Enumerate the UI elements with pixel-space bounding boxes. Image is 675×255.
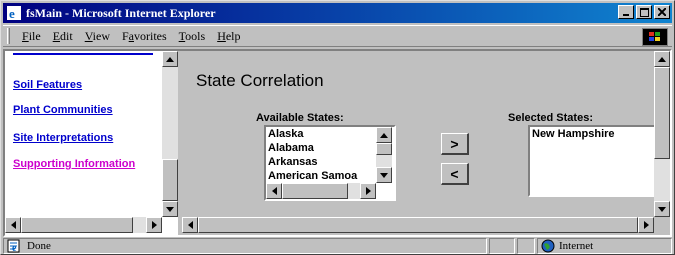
title-bar: e fsMain - Microsoft Internet Explorer	[3, 3, 672, 23]
svg-text:e: e	[9, 6, 15, 21]
available-state-option[interactable]: Alaska	[266, 127, 394, 141]
arrow-up-icon	[166, 56, 174, 62]
ie-icon: e	[7, 6, 21, 21]
status-zone: Internet	[559, 240, 594, 252]
selected-state-option[interactable]: New Hampshire	[530, 127, 656, 141]
minimize-icon	[623, 14, 629, 16]
nav-link-site-interpretations[interactable]: Site Interpretations	[13, 132, 113, 144]
available-state-option[interactable]: Arkansas	[266, 155, 394, 169]
available-states-listbox[interactable]: Alaska Alabama Arkansas American Samoa	[264, 125, 396, 201]
arrow-right-icon	[151, 221, 157, 229]
window-title: fsMain - Microsoft Internet Explorer	[26, 5, 216, 20]
window-controls	[616, 5, 670, 19]
arrow-right-icon	[643, 221, 649, 229]
available-scroll-up-button[interactable]	[376, 127, 392, 143]
content-area: Soil Features Plant Communities Site Int…	[3, 49, 672, 237]
menu-help[interactable]: Help	[211, 29, 246, 44]
available-state-option[interactable]: Alabama	[266, 141, 394, 155]
close-icon	[658, 8, 666, 16]
menu-favorites[interactable]: Favorites	[116, 29, 173, 44]
nav-horizontal-scrollbar[interactable]	[5, 217, 162, 233]
arrow-right-icon	[365, 187, 371, 195]
main-scroll-up-button[interactable]	[654, 51, 670, 67]
minimize-button[interactable]	[618, 5, 634, 19]
available-scroll-right-button[interactable]	[360, 183, 376, 199]
status-text: Done	[27, 240, 51, 252]
nav-clipped-link	[13, 51, 153, 55]
windows-logo-icon	[649, 32, 660, 41]
arrow-up-icon	[658, 56, 666, 62]
nav-scroll-right-button[interactable]	[146, 217, 162, 233]
browser-window: e fsMain - Microsoft Internet Explorer F…	[0, 0, 675, 255]
available-scroll-down-button[interactable]	[376, 167, 392, 183]
main-hscroll-thumb[interactable]	[198, 217, 638, 233]
status-pane-blank-2	[517, 238, 535, 254]
main-vertical-scrollbar[interactable]	[654, 51, 670, 217]
close-button[interactable]	[654, 5, 670, 19]
menu-grip[interactable]	[7, 28, 10, 44]
menu-edit[interactable]: Edit	[47, 29, 79, 44]
arrow-up-icon	[380, 132, 388, 138]
nav-link-supporting-information[interactable]: Supporting Information	[13, 158, 135, 170]
selected-states-listbox[interactable]: New Hampshire	[528, 125, 658, 197]
globe-icon	[541, 239, 555, 253]
main-horizontal-scrollbar[interactable]	[182, 217, 654, 233]
nav-scroll-down-button[interactable]	[162, 201, 178, 217]
arrow-left-icon	[271, 187, 277, 195]
arrow-down-icon	[658, 206, 666, 212]
arrow-left-icon	[10, 221, 16, 229]
maximize-icon	[639, 7, 649, 17]
nav-scroll-up-button[interactable]	[162, 51, 178, 67]
page-title: State Correlation	[196, 71, 324, 90]
svg-text:e: e	[12, 243, 17, 253]
arrow-down-icon	[380, 172, 388, 178]
nav-link-soil-features[interactable]: Soil Features	[13, 79, 82, 91]
status-bar: e Done Internet	[3, 238, 672, 254]
status-zone-pane: Internet	[537, 238, 672, 254]
status-text-pane: e Done	[3, 238, 487, 254]
available-scroll-left-button[interactable]	[266, 183, 282, 199]
nav-scroll-left-button[interactable]	[5, 217, 21, 233]
throbber	[642, 28, 668, 46]
main-scroll-thumb[interactable]	[654, 67, 670, 159]
menu-tools[interactable]: Tools	[173, 29, 212, 44]
selected-states-label: Selected States:	[508, 112, 593, 124]
arrow-left-icon	[187, 221, 193, 229]
menu-file[interactable]: File	[16, 29, 47, 44]
available-vertical-scrollbar[interactable]	[376, 127, 392, 183]
add-state-button[interactable]: >	[441, 133, 469, 155]
status-pane-blank-1	[489, 238, 515, 254]
remove-state-button[interactable]: <	[441, 163, 469, 185]
available-state-option[interactable]: American Samoa	[266, 169, 394, 183]
maximize-button[interactable]	[636, 5, 652, 19]
nav-scroll-thumb[interactable]	[162, 159, 178, 201]
available-scroll-thumb[interactable]	[376, 143, 392, 155]
nav-frame: Soil Features Plant Communities Site Int…	[5, 51, 180, 235]
available-states-label: Available States:	[256, 112, 344, 124]
available-horizontal-scrollbar[interactable]	[266, 183, 376, 199]
menu-bar: File Edit View Favorites Tools Help	[3, 25, 672, 47]
nav-hscroll-thumb[interactable]	[21, 217, 133, 233]
nav-vertical-scrollbar[interactable]	[162, 51, 178, 217]
page-done-icon: e	[7, 239, 20, 253]
arrow-down-icon	[166, 206, 174, 212]
menu-view[interactable]: View	[79, 29, 116, 44]
available-hscroll-thumb[interactable]	[282, 183, 348, 199]
main-scroll-left-button[interactable]	[182, 217, 198, 233]
main-frame: State Correlation Available States: Alas…	[182, 51, 670, 235]
nav-link-plant-communities[interactable]: Plant Communities	[13, 104, 113, 116]
main-scroll-right-button[interactable]	[638, 217, 654, 233]
main-scroll-down-button[interactable]	[654, 201, 670, 217]
